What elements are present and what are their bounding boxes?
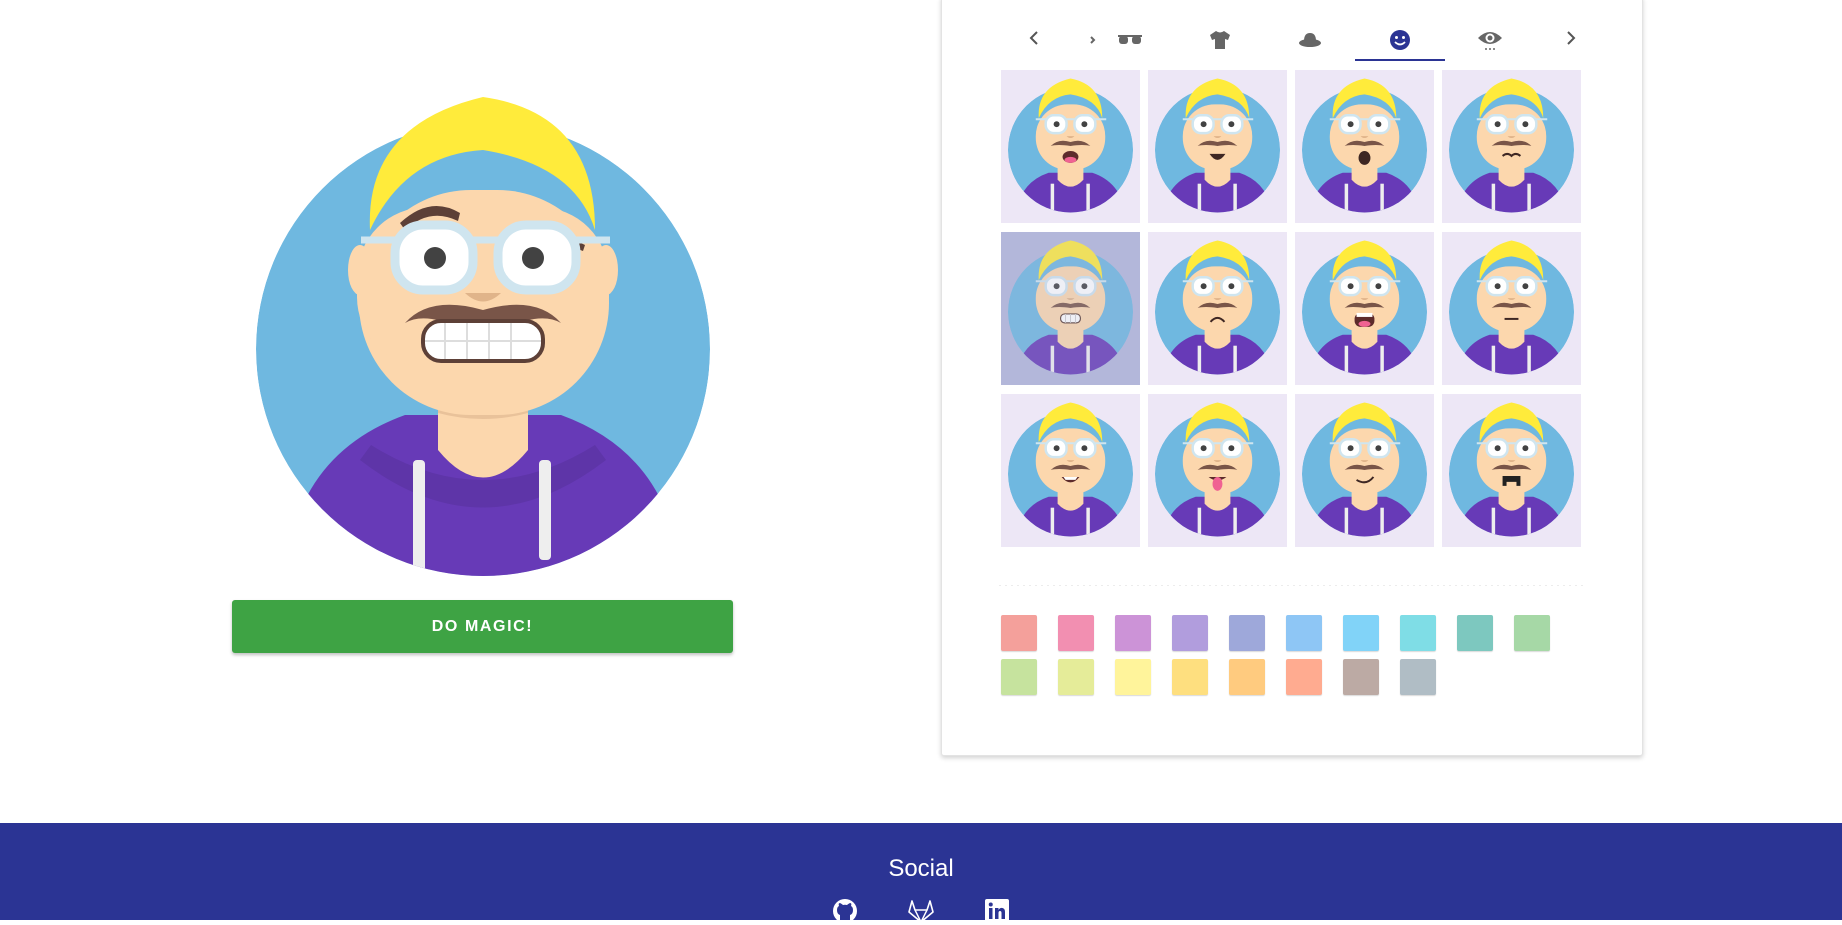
color-swatch[interactable] — [1001, 615, 1037, 651]
avatar-thumbnail — [1007, 402, 1134, 537]
color-swatch[interactable] — [1001, 659, 1037, 695]
hat-icon — [1299, 33, 1321, 47]
mouth-option-vomit[interactable] — [1442, 394, 1581, 547]
mouth-option-smile[interactable] — [1148, 70, 1287, 223]
color-swatch[interactable] — [1343, 659, 1379, 695]
mouth-option-tongue[interactable] — [1148, 394, 1287, 547]
github-icon — [833, 899, 857, 923]
avatar-thumbnail — [1301, 78, 1428, 213]
footer-title: Social — [888, 855, 954, 882]
tab-hat[interactable] — [1265, 19, 1355, 61]
avatar-thumbnail — [1301, 402, 1428, 537]
mouth-options-grid — [1001, 70, 1584, 550]
smiley-icon — [1390, 30, 1410, 50]
tab-scroll-right-button[interactable] — [1559, 25, 1583, 51]
eye-icon — [1478, 32, 1502, 50]
github-link[interactable] — [831, 897, 859, 925]
color-swatch[interactable] — [1229, 659, 1265, 695]
mouth-option-open[interactable] — [1001, 70, 1140, 223]
color-swatch[interactable] — [1229, 615, 1265, 651]
glasses-icon — [1118, 35, 1142, 44]
avatar-preview — [256, 97, 710, 576]
color-swatch[interactable] — [1400, 659, 1436, 695]
do-magic-button[interactable]: DO MAGIC! — [232, 600, 733, 653]
chevron-right-icon — [1567, 31, 1576, 45]
tab-bar — [942, 0, 1642, 67]
tab-mouth[interactable] — [1355, 19, 1445, 61]
mouth-option-sad[interactable] — [1148, 232, 1287, 385]
avatar-thumbnail — [1154, 78, 1281, 213]
color-swatch[interactable] — [1457, 615, 1493, 651]
tab-eyes[interactable] — [1445, 19, 1535, 61]
avatar-thumbnail — [1301, 240, 1428, 375]
avatar-thumbnail — [1007, 78, 1134, 213]
avatar-editor-panel — [941, 0, 1643, 756]
avatar-thumbnail — [1154, 402, 1281, 537]
avatar-thumbnail — [1007, 240, 1134, 375]
mouth-option-scream[interactable] — [1295, 232, 1434, 385]
color-swatch[interactable] — [1172, 659, 1208, 695]
mouth-option-disgusted[interactable] — [1442, 70, 1581, 223]
color-swatch[interactable] — [1115, 659, 1151, 695]
mouth-option-grimace[interactable] — [1001, 232, 1140, 385]
footer: Social — [0, 823, 1842, 924]
avatar-thumbnail — [1448, 402, 1575, 537]
avatar-thumbnail — [1448, 78, 1575, 213]
gitlab-icon — [908, 900, 934, 924]
linkedin-link[interactable] — [983, 897, 1011, 925]
linkedin-icon — [985, 899, 1009, 923]
mouth-option-serious[interactable] — [1442, 232, 1581, 385]
color-swatch[interactable] — [1115, 615, 1151, 651]
mouth-option-surprised[interactable] — [1295, 70, 1434, 223]
color-swatch[interactable] — [1514, 615, 1550, 651]
avatar-thumbnail — [1154, 240, 1281, 375]
color-swatch[interactable] — [1058, 659, 1094, 695]
color-swatch[interactable] — [1058, 615, 1094, 651]
avatar-thumbnail — [1448, 240, 1575, 375]
color-swatch[interactable] — [1286, 615, 1322, 651]
color-swatch[interactable] — [1286, 659, 1322, 695]
color-swatch[interactable] — [1172, 615, 1208, 651]
mouth-option-smirk[interactable] — [1295, 394, 1434, 547]
shirt-icon — [1210, 31, 1230, 49]
divider — [999, 585, 1587, 586]
color-swatch[interactable] — [1400, 615, 1436, 651]
tab-glasses[interactable] — [1085, 19, 1175, 61]
gitlab-link[interactable] — [907, 897, 935, 925]
tab-clothes[interactable] — [1175, 19, 1265, 61]
mouth-option-happy[interactable] — [1001, 394, 1140, 547]
color-swatch[interactable] — [1343, 615, 1379, 651]
